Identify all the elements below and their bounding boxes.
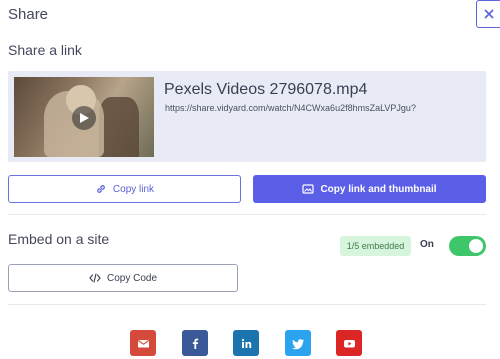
share-email-button[interactable]: [130, 330, 156, 356]
video-url[interactable]: https://share.vidyard.com/watch/N4CWxa6u…: [165, 103, 416, 113]
play-icon[interactable]: [72, 106, 96, 130]
embedded-count-badge: 1/5 embedded: [340, 236, 411, 256]
close-button[interactable]: [476, 0, 500, 28]
email-icon: [137, 339, 149, 347]
toggle-knob: [469, 239, 483, 253]
video-title: Pexels Videos 2796078.mp4: [164, 81, 368, 98]
copy-link-button[interactable]: Copy link: [8, 175, 241, 203]
linkedin-icon: [241, 338, 251, 348]
copy-link-thumbnail-label: Copy link and thumbnail: [320, 183, 437, 195]
share-youtube-button[interactable]: [336, 330, 362, 356]
video-thumbnail[interactable]: [14, 77, 154, 157]
copy-code-label: Copy Code: [106, 272, 158, 284]
share-twitter-button[interactable]: [285, 330, 311, 356]
code-icon: [89, 273, 101, 283]
embed-toggle-label: On: [420, 239, 434, 250]
close-icon: [484, 9, 494, 19]
video-card: Pexels Videos 2796078.mp4 https://share.…: [8, 71, 486, 162]
link-icon: [97, 185, 105, 193]
image-icon: [302, 184, 315, 194]
copy-link-thumbnail-button[interactable]: Copy link and thumbnail: [253, 175, 486, 203]
share-facebook-button[interactable]: [182, 330, 208, 356]
facebook-icon: [192, 338, 198, 349]
dialog-title: Share: [8, 6, 49, 23]
copy-link-label: Copy link: [112, 183, 155, 195]
youtube-icon: [343, 339, 355, 347]
share-linkedin-button[interactable]: [233, 330, 259, 356]
twitter-icon: [291, 338, 304, 349]
embed-toggle[interactable]: [449, 236, 486, 256]
copy-code-button[interactable]: Copy Code: [8, 264, 238, 292]
embed-heading: Embed on a site: [8, 231, 110, 247]
divider: [8, 214, 486, 215]
share-link-heading: Share a link: [8, 42, 82, 58]
divider: [8, 304, 486, 305]
